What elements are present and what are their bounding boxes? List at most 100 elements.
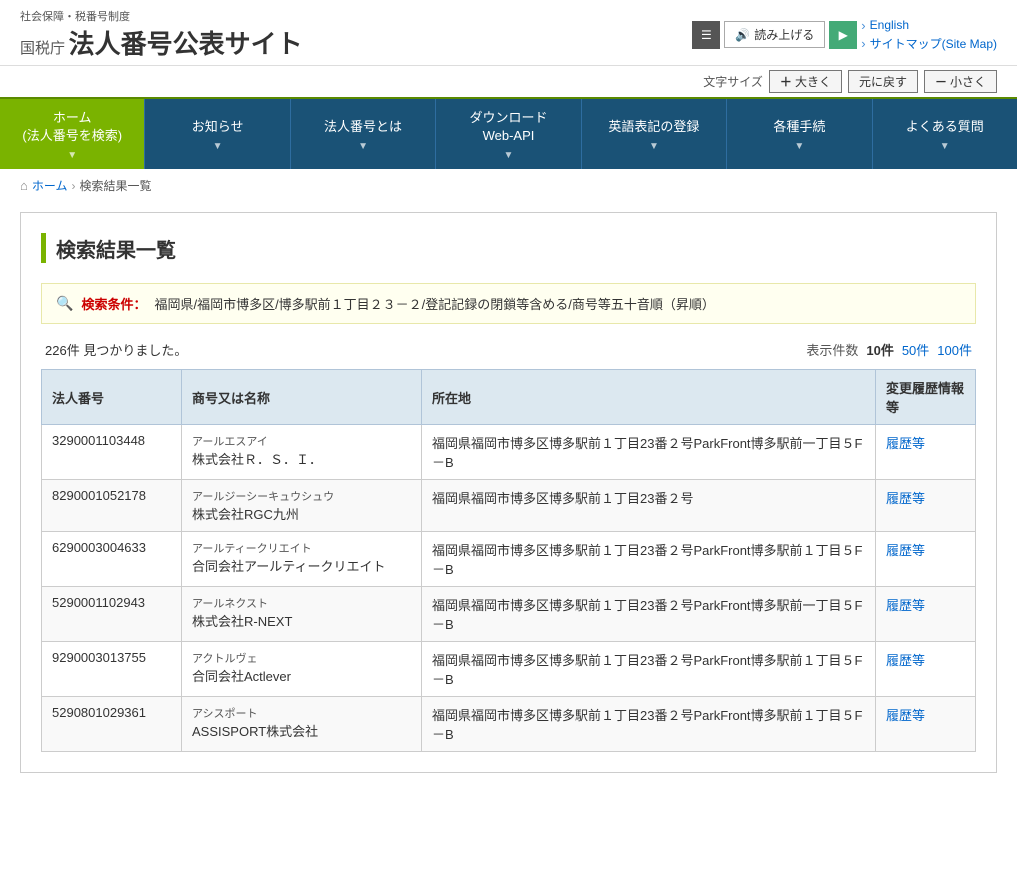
results-count-suffix: 見つかりました。 [83, 343, 187, 358]
corporate-num-cell: 6290003004633 [42, 532, 182, 587]
logo-area: 社会保障・税番号制度 国税庁 法人番号公表サイト [20, 8, 303, 61]
table-row: 3290001103448アールエスアイ株式会社Ｒ．Ｓ．Ｉ．福岡県福岡市博多区博… [42, 425, 976, 480]
address-cell: 福岡県福岡市博多区博多駅前１丁目23番２号ParkFront博多駅前一丁目５F－… [422, 425, 876, 480]
company-name: 株式会社RGC九州 [192, 504, 411, 523]
page-title-bar: 検索結果一覧 [41, 233, 976, 263]
main-content: 検索結果一覧 🔍 検索条件： 福岡県/福岡市博多区/博多駅前１丁目２３－２/登記… [20, 212, 997, 773]
breadcrumb-current: 検索結果一覧 [80, 177, 152, 194]
history-link[interactable]: 履歴等 [886, 436, 925, 451]
col-header-corporate-num: 法人番号 [42, 370, 182, 425]
col-header-history: 変更履歴情報等 [876, 370, 976, 425]
font-large-button[interactable]: ＋ 大きく [769, 70, 842, 93]
menu-button[interactable]: ☰ [692, 21, 720, 49]
company-ruby: アールネクスト [192, 595, 411, 611]
sitemap-link[interactable]: サイトマップ(Site Map) [870, 35, 997, 52]
breadcrumb-separator: › [72, 179, 76, 193]
search-condition: 🔍 検索条件： 福岡県/福岡市博多区/博多駅前１丁目２３－２/登記記録の閉鎖等含… [41, 283, 976, 324]
name-cell: アールエスアイ株式会社Ｒ．Ｓ．Ｉ． [182, 425, 422, 480]
history-link[interactable]: 履歴等 [886, 543, 925, 558]
header-org: 国税庁 [20, 40, 65, 57]
table-row: 8290001052178アールジーシーキュウシュウ株式会社RGC九州福岡県福岡… [42, 480, 976, 532]
breadcrumb: ⌂ ホーム › 検索結果一覧 [0, 169, 1017, 202]
font-reset-label: 元に戻す [859, 73, 907, 90]
header: 社会保障・税番号制度 国税庁 法人番号公表サイト ☰ 🔊 読み上げる ▶ Eng… [0, 0, 1017, 66]
name-cell: アールティークリエイト合同会社アールティークリエイト [182, 532, 422, 587]
nav-chevron-english-reg: ▼ [649, 140, 659, 154]
address-cell: 福岡県福岡市博多区博多駅前１丁目23番２号 [422, 480, 876, 532]
history-cell: 履歴等 [876, 642, 976, 697]
table-row: 5290801029361アシスポートASSISPORT株式会社福岡県福岡市博多… [42, 697, 976, 752]
header-title: 法人番号公表サイト [69, 29, 303, 59]
company-ruby: アクトルヴェ [192, 650, 411, 666]
name-cell: アシスポートASSISPORT株式会社 [182, 697, 422, 752]
history-link[interactable]: 履歴等 [886, 708, 925, 723]
font-size-label: 文字サイズ [703, 73, 763, 90]
history-cell: 履歴等 [876, 587, 976, 642]
address-cell: 福岡県福岡市博多区博多駅前１丁目23番２号ParkFront博多駅前１丁目５F－… [422, 532, 876, 587]
nav-item-procedures[interactable]: 各種手続 ▼ [727, 99, 872, 169]
font-small-button[interactable]: － 小さく [924, 70, 997, 93]
results-table: 法人番号 商号又は名称 所在地 変更履歴情報等 3290001103448アール… [41, 369, 976, 752]
search-condition-text: 福岡県/福岡市博多区/博多駅前１丁目２３－２/登記記録の閉鎖等含める/商号等五十… [154, 294, 714, 313]
nav-chevron-procedures: ▼ [794, 140, 804, 154]
company-ruby: アールジーシーキュウシュウ [192, 488, 411, 504]
name-cell: アールジーシーキュウシュウ株式会社RGC九州 [182, 480, 422, 532]
nav-home-label: ホーム (法人番号を検索) [22, 109, 122, 145]
nav-chevron-news: ▼ [213, 140, 223, 154]
display-50-link[interactable]: 50件 [902, 340, 929, 359]
font-small-label: 小さく [950, 73, 986, 90]
results-info: 226件 見つかりました。 表示件数 10件 50件 100件 [41, 340, 976, 359]
nav-procedures-label: 各種手続 [773, 118, 825, 136]
address-cell: 福岡県福岡市博多区博多駅前１丁目23番２号ParkFront博多駅前１丁目５F－… [422, 697, 876, 752]
display-count: 表示件数 10件 50件 100件 [806, 340, 972, 359]
display-100-link[interactable]: 100件 [937, 340, 972, 359]
corporate-num-cell: 5290001102943 [42, 587, 182, 642]
breadcrumb-home-link[interactable]: ホーム [32, 177, 68, 194]
history-link[interactable]: 履歴等 [886, 653, 925, 668]
english-link[interactable]: English [870, 18, 909, 32]
plus-icon: ＋ [780, 73, 792, 90]
nav-news-label: お知らせ [192, 118, 244, 136]
page-title: 検索結果一覧 [56, 234, 176, 263]
lang-links: English サイトマップ(Site Map) [861, 18, 997, 52]
history-cell: 履歴等 [876, 480, 976, 532]
results-count: 226件 見つかりました。 [45, 340, 187, 359]
company-ruby: アシスポート [192, 705, 411, 721]
nav-download-label: ダウンロード Web-API [469, 109, 547, 145]
results-count-num: 226件 [45, 343, 80, 358]
nav-chevron-faq: ▼ [940, 140, 950, 154]
name-cell: アールネクスト株式会社R-NEXT [182, 587, 422, 642]
search-icon: 🔍 [56, 295, 73, 312]
history-cell: 履歴等 [876, 425, 976, 480]
address-cell: 福岡県福岡市博多区博多駅前１丁目23番２号ParkFront博多駅前一丁目５F－… [422, 587, 876, 642]
corporate-num-cell: 8290001052178 [42, 480, 182, 532]
company-name: 株式会社R-NEXT [192, 611, 411, 630]
nav-english-reg-label: 英語表記の登録 [608, 118, 699, 136]
table-row: 5290001102943アールネクスト株式会社R-NEXT福岡県福岡市博多区博… [42, 587, 976, 642]
sitemap-link-row: サイトマップ(Site Map) [861, 35, 997, 52]
nav-item-faq[interactable]: よくある質問 ▼ [873, 99, 1017, 169]
table-header-row: 法人番号 商号又は名称 所在地 変更履歴情報等 [42, 370, 976, 425]
nav-item-download[interactable]: ダウンロード Web-API ▼ [436, 99, 581, 169]
speaker-icon: 🔊 [735, 28, 750, 42]
history-link[interactable]: 履歴等 [886, 598, 925, 613]
menu-icon: ☰ [701, 28, 712, 42]
search-condition-label: 検索条件： [81, 294, 146, 313]
nav-item-about[interactable]: 法人番号とは ▼ [291, 99, 436, 169]
play-icon: ▶ [839, 28, 848, 42]
play-button[interactable]: ▶ [829, 21, 857, 49]
header-subtitle: 社会保障・税番号制度 [20, 8, 303, 24]
nav-about-label: 法人番号とは [324, 118, 402, 136]
company-name: 合同会社アールティークリエイト [192, 556, 411, 575]
company-ruby: アールエスアイ [192, 433, 411, 449]
col-header-name: 商号又は名称 [182, 370, 422, 425]
table-row: 6290003004633アールティークリエイト合同会社アールティークリエイト福… [42, 532, 976, 587]
read-aloud-button[interactable]: 🔊 読み上げる [724, 21, 825, 48]
nav-item-news[interactable]: お知らせ ▼ [145, 99, 290, 169]
history-link[interactable]: 履歴等 [886, 491, 925, 506]
nav-faq-label: よくある質問 [906, 118, 984, 136]
display-count-label: 表示件数 [806, 340, 858, 359]
nav-item-english-reg[interactable]: 英語表記の登録 ▼ [582, 99, 727, 169]
nav-item-home[interactable]: ホーム (法人番号を検索) ▼ [0, 99, 145, 169]
font-reset-button[interactable]: 元に戻す [848, 70, 918, 93]
